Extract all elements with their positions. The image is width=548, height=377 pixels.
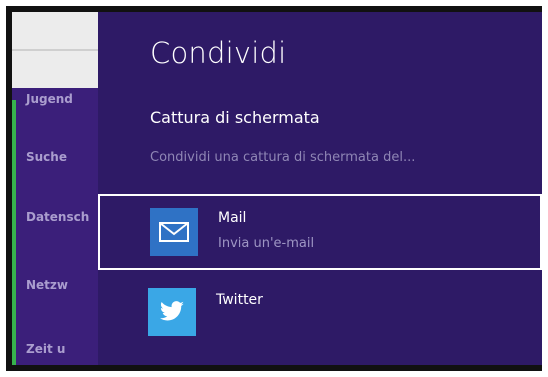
share-target-name: Twitter (216, 292, 263, 308)
selection-accent-bar (12, 100, 16, 365)
background-item-1[interactable]: Jugend (26, 92, 98, 106)
twitter-tile (148, 288, 196, 336)
share-title: Condividi (150, 36, 287, 70)
background-settings-app: Jugend Suche Datensch Netzw Zeit u (12, 12, 98, 365)
mail-icon (159, 222, 189, 242)
background-header (12, 12, 98, 88)
share-target-subtitle: Invia un'e-mail (218, 236, 315, 251)
share-subtitle: Cattura di schermata (150, 108, 320, 127)
background-item-5[interactable]: Zeit u (26, 342, 98, 356)
share-target-name: Mail (218, 210, 247, 226)
background-item-2[interactable]: Suche (26, 150, 98, 164)
share-panel: Condividi Cattura di schermata Condividi… (98, 12, 542, 365)
mail-tile (150, 208, 198, 256)
share-target-mail[interactable]: Mail Invia un'e-mail (98, 194, 542, 270)
background-item-4[interactable]: Netzw (26, 278, 98, 292)
background-item-3[interactable]: Datensch (26, 210, 98, 224)
twitter-icon (159, 301, 184, 321)
share-target-twitter[interactable]: Twitter (98, 272, 542, 365)
share-description: Condividi una cattura di schermata del..… (150, 150, 416, 165)
